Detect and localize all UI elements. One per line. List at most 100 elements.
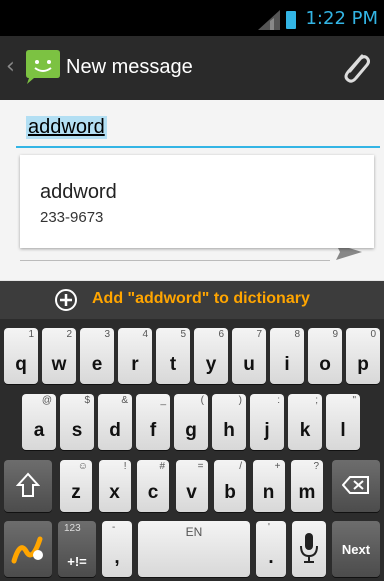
key-hint: +: [274, 461, 281, 472]
key-hint: 4: [142, 329, 148, 340]
key-label: v: [186, 482, 197, 503]
key-hint: ": [352, 395, 356, 406]
recipient-input[interactable]: addword: [16, 112, 380, 148]
shift-icon: [16, 472, 40, 497]
signal-icon: [258, 10, 280, 30]
key-l[interactable]: " l: [326, 394, 360, 450]
key-hint: (: [200, 395, 204, 406]
key-z[interactable]: ☺ z: [60, 460, 92, 512]
key-c[interactable]: # c: [137, 460, 169, 512]
key-label: b: [224, 482, 236, 503]
period-key-hint: ': [268, 522, 270, 533]
key-b[interactable]: / b: [214, 460, 246, 512]
key-d[interactable]: & d: [98, 394, 132, 450]
key-m[interactable]: ? m: [291, 460, 323, 512]
key-label: d: [109, 420, 121, 441]
key-a[interactable]: @ a: [22, 394, 56, 450]
key-hint: #: [159, 461, 165, 472]
comma-key-label: ,: [114, 547, 120, 568]
next-key-label: Next: [341, 542, 371, 557]
key-h[interactable]: ) h: [212, 394, 246, 450]
key-label: w: [51, 354, 67, 375]
comma-key-hint: -: [112, 522, 116, 533]
key-x[interactable]: ! x: [98, 460, 131, 512]
mic-key[interactable]: [292, 521, 326, 577]
key-t[interactable]: 5t: [156, 328, 190, 384]
period-key[interactable]: ' .: [256, 521, 286, 577]
key-hint: $: [84, 395, 90, 406]
key-label: c: [147, 482, 159, 503]
key-label: e: [91, 354, 103, 375]
key-hint: ☺: [77, 461, 88, 472]
key-i[interactable]: 8i: [270, 328, 304, 384]
space-key[interactable]: EN: [138, 521, 250, 577]
key-hint: 8: [294, 329, 300, 340]
key-label: h: [223, 420, 235, 441]
backspace-key[interactable]: [332, 460, 380, 512]
key-j[interactable]: :j: [250, 394, 284, 450]
key-q[interactable]: 1q: [4, 328, 38, 384]
status-bar: 1:22 PM: [0, 0, 384, 36]
key-label: u: [243, 354, 255, 375]
status-time: 1:22 PM: [305, 8, 378, 29]
key-label: l: [340, 420, 346, 441]
key-label: s: [71, 420, 83, 441]
suggestion-name: addword: [40, 181, 117, 203]
key-y[interactable]: 6y: [194, 328, 228, 384]
backspace-icon: [342, 476, 369, 494]
key-o[interactable]: 9o: [308, 328, 342, 384]
key-g[interactable]: (g: [174, 394, 208, 450]
keyboard: Add "addword" to dictionary 1q2w3e4r5t6y…: [0, 281, 384, 581]
key-s[interactable]: $ s: [60, 394, 94, 450]
key-label: m: [298, 482, 316, 503]
messaging-app-icon[interactable]: [24, 49, 62, 85]
action-bar: ‹ New message: [0, 36, 384, 100]
key-hint: 0: [370, 329, 376, 340]
next-key[interactable]: Next: [332, 521, 380, 577]
key-label: k: [299, 420, 311, 441]
recipient-value: addword: [26, 116, 107, 139]
key-label: o: [319, 354, 331, 375]
key-hint: 3: [104, 329, 110, 340]
symbols-key[interactable]: 123 +!=: [58, 521, 96, 577]
key-hint: &: [121, 395, 128, 406]
key-hint: ?: [313, 461, 319, 472]
key-hint: ;: [315, 395, 318, 406]
key-r[interactable]: 4r: [118, 328, 152, 384]
key-label: z: [71, 482, 81, 503]
key-label: y: [205, 354, 217, 375]
key-label: t: [169, 354, 177, 375]
key-f[interactable]: _ f: [136, 394, 170, 450]
key-v[interactable]: = v: [175, 460, 208, 512]
key-k[interactable]: ; k: [288, 394, 322, 450]
key-n[interactable]: + n: [252, 460, 285, 512]
key-label: x: [109, 482, 120, 503]
key-label: q: [15, 354, 27, 375]
key-hint: =: [197, 461, 204, 472]
comma-key[interactable]: - ,: [102, 521, 132, 577]
key-hint: 9: [332, 329, 338, 340]
add-circle-icon: [55, 289, 77, 311]
key-hint: :: [277, 395, 280, 406]
page-title: New message: [66, 56, 193, 78]
key-hint: 5: [180, 329, 186, 340]
key-label: n: [262, 482, 275, 503]
key-w[interactable]: 2w: [42, 328, 76, 384]
contact-suggestion[interactable]: addword 233-9673: [20, 155, 374, 248]
swype-key[interactable]: [4, 521, 52, 577]
key-e[interactable]: 3e: [80, 328, 114, 384]
key-hint: 7: [256, 329, 262, 340]
add-to-dictionary[interactable]: Add "addword" to dictionary: [92, 290, 310, 308]
period-key-label: .: [268, 547, 274, 568]
swype-icon: [11, 536, 43, 564]
suggestion-number: 233-9673: [40, 209, 104, 226]
key-hint: /: [239, 461, 242, 472]
back-chevron-icon[interactable]: ‹: [6, 54, 15, 79]
symbols-key-bottom: +!=: [67, 554, 87, 569]
key-p[interactable]: 0p: [346, 328, 380, 384]
symbols-key-top: 123: [64, 523, 81, 534]
attach-icon[interactable]: [338, 50, 372, 86]
space-key-label: EN: [185, 525, 203, 539]
key-u[interactable]: 7u: [232, 328, 266, 384]
shift-key[interactable]: [4, 460, 52, 512]
